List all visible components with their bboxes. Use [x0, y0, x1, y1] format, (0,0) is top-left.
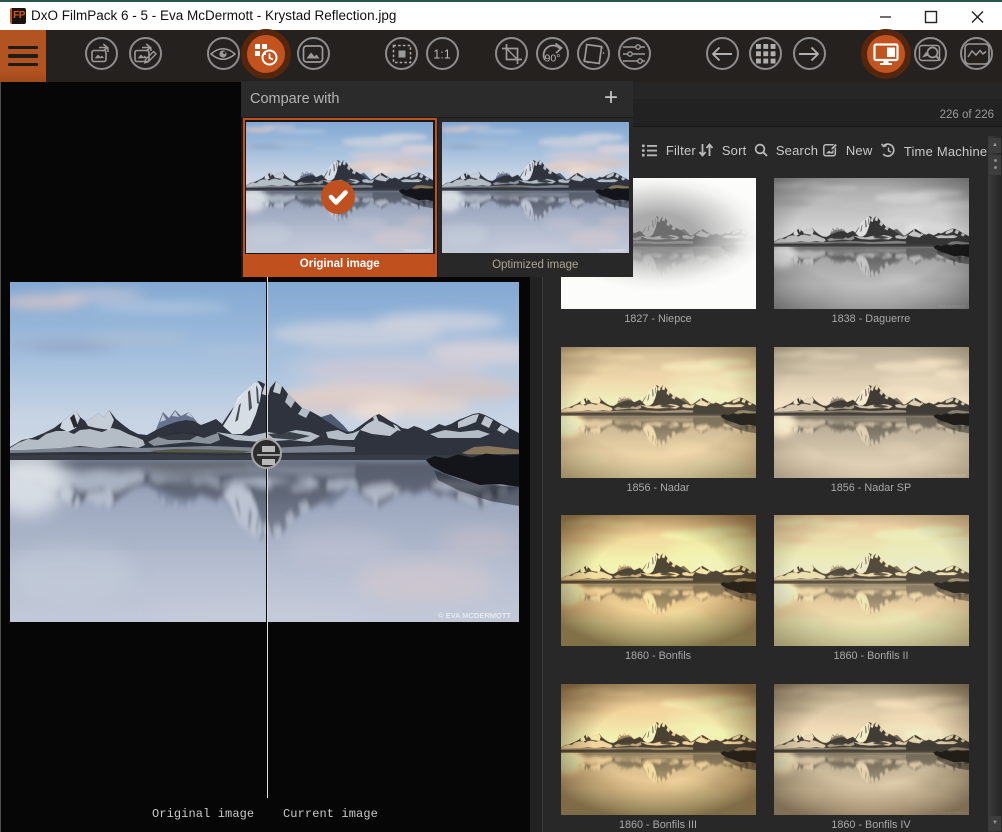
svg-text:90°: 90°	[544, 52, 560, 64]
svg-text:1:1: 1:1	[434, 47, 451, 61]
